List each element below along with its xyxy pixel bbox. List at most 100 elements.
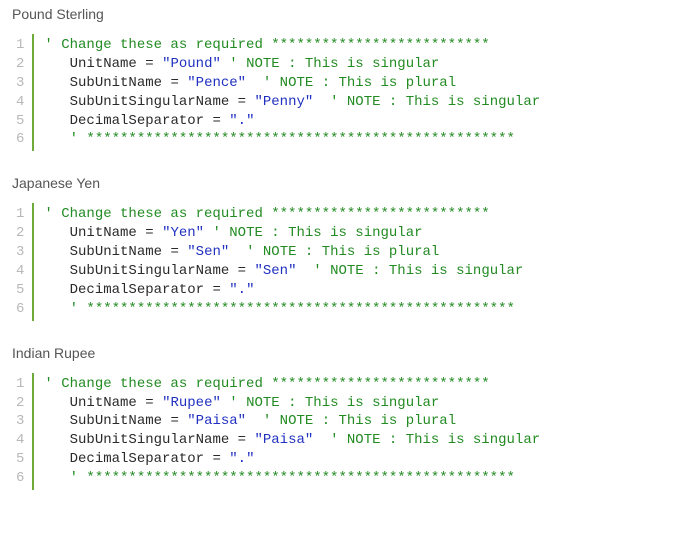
code-line: DecimalSeparator = "." [44,112,540,131]
code-token: = [212,113,229,129]
code-token [44,244,69,260]
code-token: = [170,413,187,429]
code-token: ' NOTE : This is singular [221,395,439,411]
document-root: Pound Sterling123456' Change these as re… [0,0,674,490]
section-title: Pound Sterling [0,0,674,34]
line-number: 1 [16,375,24,394]
code-line: SubUnitSingularName = "Paisa" ' NOTE : T… [44,431,540,450]
code-token: = [238,263,255,279]
line-number: 4 [16,431,24,450]
code-token: UnitName [70,56,146,72]
code-token: ' Change these as required *************… [44,206,489,222]
code-token [44,56,69,72]
code-token: ' **************************************… [44,470,514,486]
line-number: 2 [16,55,24,74]
code-token: "." [229,282,254,298]
code-line: ' Change these as required *************… [44,205,523,224]
code-token [44,395,69,411]
code-line: UnitName = "Yen" ' NOTE : This is singul… [44,224,523,243]
line-number: 6 [16,130,24,149]
code-token [44,282,69,298]
line-number: 2 [16,224,24,243]
code-line: SubUnitName = "Sen" ' NOTE : This is plu… [44,243,523,262]
code-token: SubUnitName [70,75,171,91]
code-token: DecimalSeparator [70,451,213,467]
code-content: ' Change these as required *************… [34,34,540,151]
code-token: SubUnitName [70,244,171,260]
code-token [44,75,69,91]
code-token: = [170,244,187,260]
code-token: UnitName [70,395,146,411]
code-token: ' NOTE : This is plural [246,75,456,91]
code-token: ' NOTE : This is singular [221,56,439,72]
code-token: = [145,56,162,72]
code-line: SubUnitName = "Pence" ' NOTE : This is p… [44,74,540,93]
section-title: Indian Rupee [0,339,674,373]
line-number: 1 [16,205,24,224]
code-token: ' NOTE : This is singular [204,225,422,241]
code-token: = [170,75,187,91]
code-line: SubUnitSingularName = "Sen" ' NOTE : Thi… [44,262,523,281]
line-number: 1 [16,36,24,55]
line-number: 2 [16,394,24,413]
line-number-gutter: 123456 [12,203,34,320]
code-token: ' NOTE : This is plural [246,413,456,429]
line-number: 3 [16,74,24,93]
code-token [44,451,69,467]
code-token: "Yen" [162,225,204,241]
line-number: 4 [16,93,24,112]
code-token: = [212,282,229,298]
code-line: UnitName = "Rupee" ' NOTE : This is sing… [44,394,540,413]
code-block: 123456 ' Change these as required *******… [12,373,662,490]
line-number-gutter: 123456 [12,34,34,151]
code-token: = [212,451,229,467]
code-token: SubUnitSingularName [70,263,238,279]
code-line: ' Change these as required *************… [44,36,540,55]
code-token: DecimalSeparator [70,113,213,129]
code-token: "Pound" [162,56,221,72]
code-token: ' NOTE : This is plural [229,244,439,260]
code-token [44,413,69,429]
line-number: 3 [16,243,24,262]
code-content: ' Change these as required *************… [34,373,540,490]
code-token: UnitName [70,225,146,241]
code-token: = [238,94,255,110]
line-number-gutter: 123456 [12,373,34,490]
code-line: ' **************************************… [44,300,523,319]
code-line: SubUnitName = "Paisa" ' NOTE : This is p… [44,412,540,431]
code-line: SubUnitSingularName = "Penny" ' NOTE : T… [44,93,540,112]
line-number: 3 [16,412,24,431]
code-token: ' NOTE : This is singular [313,432,540,448]
code-token: "Penny" [254,94,313,110]
code-token: "Rupee" [162,395,221,411]
code-token: ' NOTE : This is singular [313,94,540,110]
code-token: "." [229,113,254,129]
code-token: "Pence" [187,75,246,91]
code-token: SubUnitName [70,413,171,429]
code-token: "Sen" [254,263,296,279]
code-token: = [238,432,255,448]
code-token [44,94,69,110]
code-token: = [145,395,162,411]
code-block: 123456 ' Change these as required *******… [12,203,662,320]
code-token: "Sen" [187,244,229,260]
line-number: 6 [16,300,24,319]
line-number: 5 [16,281,24,300]
code-line: UnitName = "Pound" ' NOTE : This is sing… [44,55,540,74]
code-token: DecimalSeparator [70,282,213,298]
line-number: 4 [16,262,24,281]
code-block: 123456 ' Change these as required *******… [12,34,662,151]
code-token: ' NOTE : This is singular [296,263,523,279]
code-line: ' **************************************… [44,130,540,149]
code-token: ' Change these as required *************… [44,376,489,392]
code-line: DecimalSeparator = "." [44,450,540,469]
code-token [44,113,69,129]
line-number: 6 [16,469,24,488]
code-token: ' **************************************… [44,301,514,317]
code-token: "Paisa" [254,432,313,448]
code-token: ' Change these as required *************… [44,37,489,53]
code-token [44,432,69,448]
code-line: ' **************************************… [44,469,540,488]
code-token: = [145,225,162,241]
code-token: "Paisa" [187,413,246,429]
